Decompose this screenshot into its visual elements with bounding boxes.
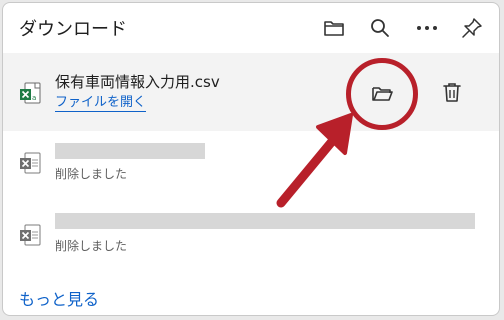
pointer-arrow [276, 113, 353, 208]
downloads-panel: ダウンロード a 保有車両情報入力用.csv ファイルを開く 削除しました 削除… [2, 2, 500, 316]
